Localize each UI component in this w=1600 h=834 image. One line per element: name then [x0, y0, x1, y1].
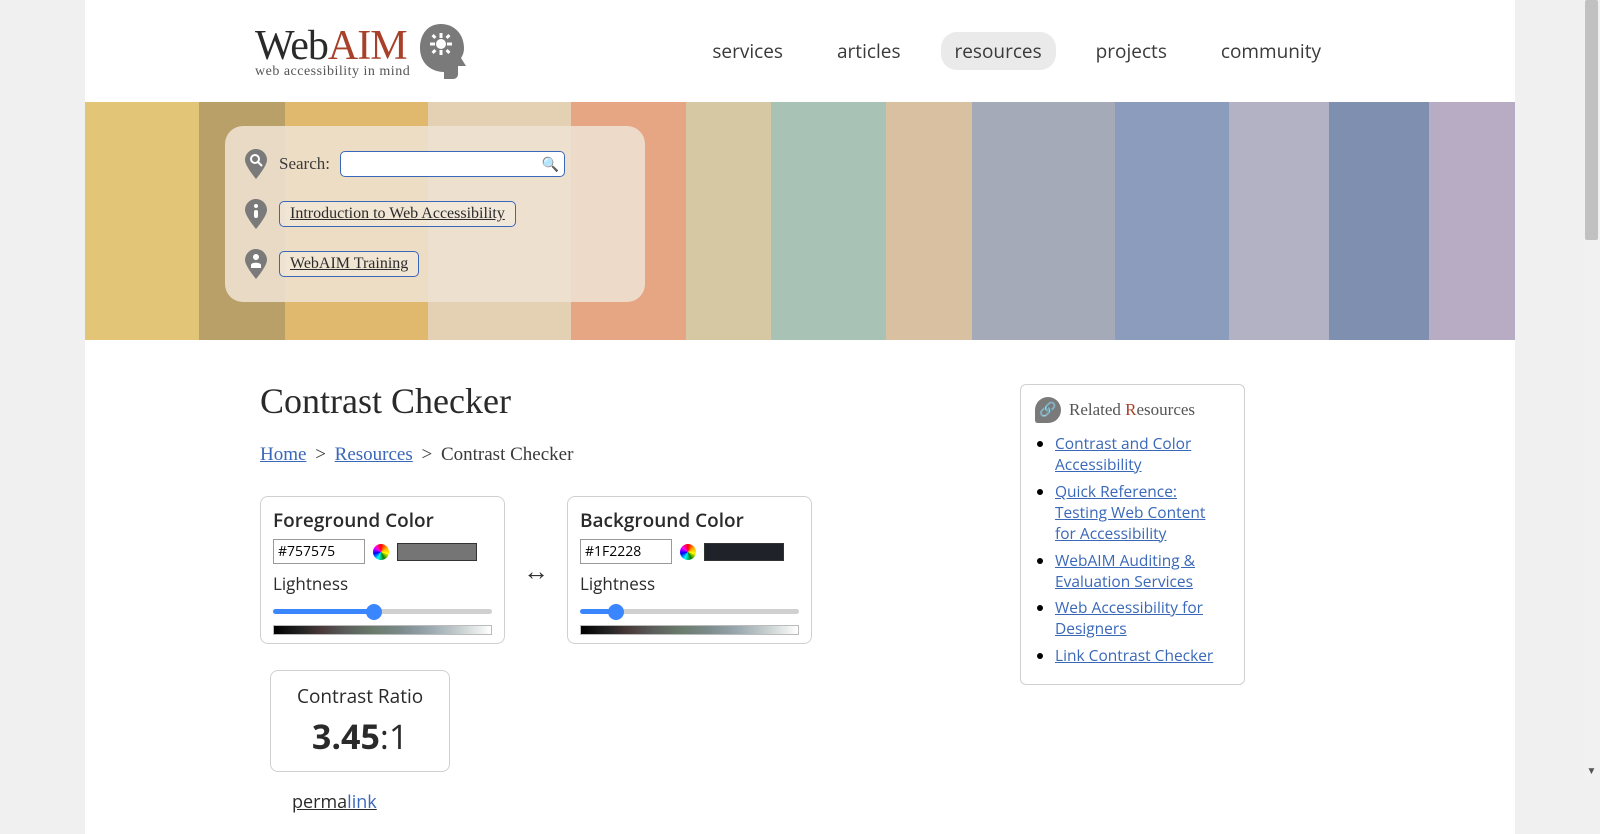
search-panel: Search: 🔍 Introduction to Web Accessibil…	[225, 126, 645, 302]
head-gear-icon	[414, 22, 468, 80]
search-label: Search:	[279, 154, 330, 174]
related-item: Contrast and Color Accessibility	[1055, 433, 1230, 475]
nav-item-articles[interactable]: articles	[823, 32, 915, 70]
foreground-lightness-slider[interactable]	[273, 609, 492, 614]
background-gradient-bar	[580, 625, 799, 635]
hero-banner: Search: 🔍 Introduction to Web Accessibil…	[85, 102, 1515, 340]
logo[interactable]: WebAIM web accessibility in mind	[255, 22, 468, 80]
background-swatch[interactable]	[704, 543, 784, 561]
breadcrumb-resources[interactable]: Resources	[335, 444, 413, 465]
search-input[interactable]	[340, 151, 565, 177]
lightness-label: Lightness	[580, 572, 799, 595]
link-icon: 🔗	[1035, 397, 1061, 423]
site-header: WebAIM web accessibility in mind service…	[85, 0, 1515, 102]
breadcrumb-current: Contrast Checker	[441, 444, 573, 465]
background-lightness-slider[interactable]	[580, 609, 799, 614]
training-link[interactable]: WebAIM Training	[279, 251, 419, 277]
background-title: Background Color	[580, 507, 799, 533]
background-hex-input[interactable]	[580, 539, 672, 564]
logo-text: WebAIM web accessibility in mind	[255, 22, 410, 80]
magnifier-pin-icon	[243, 148, 269, 180]
nav-item-projects[interactable]: projects	[1082, 32, 1181, 70]
related-item: Link Contrast Checker	[1055, 645, 1230, 666]
training-pin-icon	[243, 248, 269, 280]
info-pin-icon	[243, 198, 269, 230]
related-heading: 🔗 Related Resources	[1035, 397, 1230, 423]
related-item: Quick Reference: Testing Web Content for…	[1055, 481, 1230, 544]
search-icon[interactable]: 🔍	[542, 155, 559, 174]
foreground-swatch[interactable]	[397, 543, 477, 561]
contrast-ratio-card: Contrast Ratio 3.45:1	[270, 670, 450, 772]
color-picker-icon[interactable]	[680, 544, 696, 560]
ratio-value: 3.45:1	[297, 713, 423, 759]
nav-item-services[interactable]: services	[698, 32, 797, 70]
background-card: Background Color Lightness	[567, 496, 812, 644]
breadcrumb-home[interactable]: Home	[260, 444, 306, 465]
nav-item-community[interactable]: community	[1207, 32, 1335, 70]
foreground-gradient-bar	[273, 625, 492, 635]
lightness-label: Lightness	[273, 572, 492, 595]
foreground-hex-input[interactable]	[273, 539, 365, 564]
related-item: WebAIM Auditing & Evaluation Services	[1055, 550, 1230, 592]
related-resources: 🔗 Related Resources Contrast and Color A…	[1020, 384, 1245, 685]
logo-tagline: web accessibility in mind	[255, 64, 410, 80]
scrollbar-thumb[interactable]	[1585, 0, 1598, 240]
main-content: Contrast Checker Home > Resources > Cont…	[260, 380, 960, 814]
foreground-title: Foreground Color	[273, 507, 492, 533]
nav-item-resources[interactable]: resources	[941, 32, 1056, 70]
main-nav: services articles resources projects com…	[698, 32, 1335, 70]
page-title: Contrast Checker	[260, 380, 960, 422]
breadcrumb-sep: >	[315, 444, 326, 465]
ratio-title: Contrast Ratio	[297, 683, 423, 709]
scrollbar-down-icon[interactable]: ▼	[1583, 761, 1600, 778]
swap-icon[interactable]: ↔	[523, 552, 549, 588]
foreground-card: Foreground Color Lightness	[260, 496, 505, 644]
breadcrumb-sep: >	[422, 444, 433, 465]
logo-aim: AIM	[328, 23, 407, 69]
color-picker-icon[interactable]	[373, 544, 389, 560]
related-item: Web Accessibility for Designers	[1055, 597, 1230, 639]
breadcrumb: Home > Resources > Contrast Checker	[260, 444, 960, 466]
permalink[interactable]: permalink	[292, 790, 960, 814]
scrollbar[interactable]: ▼	[1583, 0, 1600, 778]
logo-web: Web	[255, 23, 328, 69]
intro-link[interactable]: Introduction to Web Accessibility	[279, 201, 516, 227]
